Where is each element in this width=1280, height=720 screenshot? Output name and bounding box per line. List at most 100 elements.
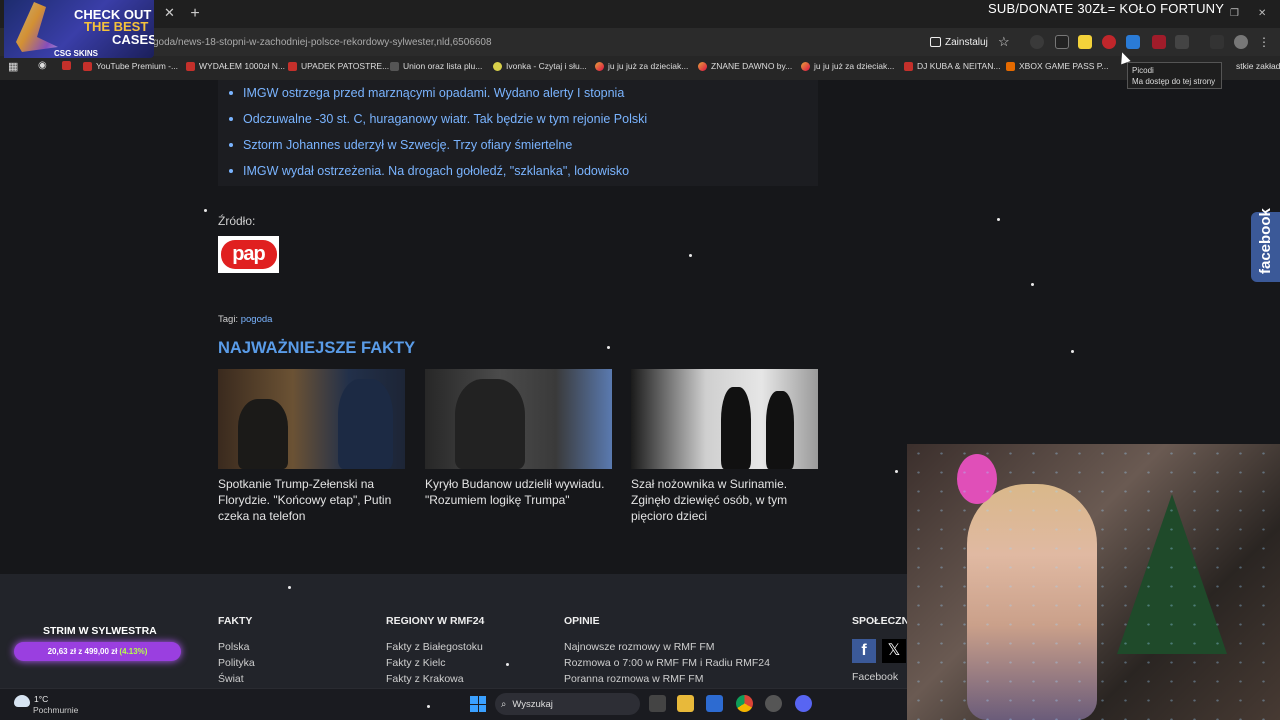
extension-icon[interactable] <box>1030 35 1044 49</box>
weather-temp[interactable]: 1°C <box>34 694 48 704</box>
footer-link[interactable]: Fakty z Białegostoku <box>386 641 483 653</box>
person-silhouette <box>238 399 288 469</box>
snow-particle <box>288 586 291 589</box>
x-icon[interactable]: 𝕏 <box>882 639 906 663</box>
footer-column-title: OPINIE <box>564 615 600 627</box>
bullet-icon <box>229 117 233 121</box>
snow-particle <box>204 209 207 212</box>
store-icon[interactable] <box>706 695 723 712</box>
pap-logo[interactable]: pap <box>218 236 279 273</box>
news-card[interactable]: Kyryło Budanow udzielił wywiadu. "Rozumi… <box>425 369 612 508</box>
footer-link[interactable]: Świat <box>218 673 244 685</box>
install-label: Zainstaluj <box>945 36 988 48</box>
snow-particle <box>1031 283 1034 286</box>
url-field[interactable]: goda/news-18-stopni-w-zachodniej-polsce-… <box>153 37 492 48</box>
profile-avatar[interactable] <box>1234 35 1248 49</box>
app-icon[interactable] <box>765 695 782 712</box>
address-bar: goda/news-18-stopni-w-zachodniej-polsce-… <box>0 28 1280 56</box>
footer-link[interactable]: Polska <box>218 641 250 653</box>
facebook-icon[interactable]: f <box>852 639 876 663</box>
news-caption[interactable]: Spotkanie Trump-Zełenski na Florydzie. "… <box>218 476 405 524</box>
footer-link[interactable]: Rozmowa o 7:00 w RMF FM i Radiu RMF24 <box>564 657 770 669</box>
footer-link[interactable]: Poranna rozmowa w RMF FM <box>564 673 703 685</box>
snow-particle <box>895 470 898 473</box>
news-card[interactable]: Spotkanie Trump-Zełenski na Florydzie. "… <box>218 369 405 524</box>
discord-icon[interactable] <box>795 695 812 712</box>
bookmark-item[interactable] <box>62 61 71 70</box>
footer-link[interactable]: Najnowsze rozmowy w RMF FM <box>564 641 715 653</box>
bookmark-item[interactable]: DJ KUBA & NEITAN... <box>904 61 1000 71</box>
news-caption[interactable]: Kyryło Budanow udzielił wywiadu. "Rozumi… <box>425 476 612 508</box>
extension-icon[interactable] <box>1152 35 1166 49</box>
new-tab-button[interactable]: + <box>186 5 204 23</box>
snow-particle <box>506 663 509 666</box>
related-article-link[interactable]: IMGW wydał ostrzeżenia. Na drogach gołol… <box>229 158 647 184</box>
facebook-side-label: facebook <box>1257 208 1274 274</box>
stream-goal-bar: 20,63 zł z 499,00 zł (4.13%) <box>14 642 181 661</box>
close-window-icon[interactable]: ✕ <box>1258 8 1268 19</box>
search-icon: ⌕ <box>501 698 507 710</box>
tag-link[interactable]: pogoda <box>241 314 273 325</box>
taskbar-search[interactable]: ⌕ Wyszukaj <box>495 693 640 715</box>
stream-overlay-title: SUB/DONATE 30ZŁ= KOŁO FORTUNY <box>988 1 1225 16</box>
news-thumbnail[interactable] <box>425 369 612 469</box>
weather-status[interactable]: Pochmurnie <box>33 705 78 715</box>
tooltip-title: Picodi <box>1132 66 1154 75</box>
stream-goal-percent: (4.13%) <box>119 647 148 656</box>
bookmark-item[interactable]: YouTube Premium -... <box>83 61 178 71</box>
footer-link[interactable]: Polityka <box>218 657 255 669</box>
ad-banner[interactable]: CHECK OUT THE BEST CASES CSG SKINS <box>4 0 154 58</box>
facebook-side-tab[interactable]: facebook <box>1251 208 1280 282</box>
news-thumbnail[interactable] <box>218 369 405 469</box>
chrome-icon[interactable] <box>736 695 753 712</box>
bookmark-item[interactable]: WYDAŁEM 1000zł N... <box>186 61 285 71</box>
youtube-icon <box>83 61 92 71</box>
menu-icon[interactable]: ⋮ <box>1258 35 1272 49</box>
footer-column-title: REGIONY W RMF24 <box>386 615 485 627</box>
bookmark-item[interactable]: UPADEK PATOSTRE... <box>288 61 389 71</box>
restore-window-icon[interactable]: ❐ <box>1230 8 1240 19</box>
snow-particle <box>997 218 1000 221</box>
puzzle-icon[interactable] <box>1175 35 1189 49</box>
youtube-icon <box>288 61 297 71</box>
related-article-link[interactable]: Odczuwalne -30 st. C, huraganowy wiatr. … <box>229 106 647 132</box>
media-icon[interactable] <box>1210 35 1224 49</box>
bookmark-star-icon[interactable]: ☆ <box>998 34 1010 50</box>
install-button[interactable]: Zainstaluj <box>930 34 988 50</box>
footer-link[interactable]: Facebook <box>852 671 898 683</box>
footer-link[interactable]: Fakty z Krakowa <box>386 673 464 685</box>
snow-particle <box>607 346 610 349</box>
close-tab-icon[interactable]: ✕ <box>164 5 175 21</box>
task-view-icon[interactable] <box>649 695 666 712</box>
extension-icon[interactable] <box>1055 35 1069 49</box>
news-thumbnail[interactable] <box>631 369 818 469</box>
footer-column-title: SPOŁECZN <box>852 615 910 627</box>
all-bookmarks[interactable]: stkie zakładki <box>1236 61 1280 71</box>
extension-tooltip: Picodi Ma dostęp do tej strony <box>1127 62 1222 89</box>
snow-particle <box>689 254 692 257</box>
bookmark-icon <box>1006 61 1015 71</box>
bookmark-icon <box>595 61 604 71</box>
news-card[interactable]: Szał nożownika w Surinamie. Zginęło dzie… <box>631 369 818 524</box>
bookmark-item[interactable]: ju ju już za dzieciak... <box>595 61 688 71</box>
bookmark-item[interactable]: XBOX GAME PASS P... <box>1006 61 1108 71</box>
knife-graphic <box>16 2 58 52</box>
bookmark-item[interactable]: ZNANE DAWNO by... <box>698 61 792 71</box>
file-explorer-icon[interactable] <box>677 695 694 712</box>
news-caption[interactable]: Szał nożownika w Surinamie. Zginęło dzie… <box>631 476 818 524</box>
bookmark-item[interactable]: Ivonka - Czytaj i słu... <box>493 61 587 71</box>
apps-icon[interactable]: ▦ <box>8 60 18 73</box>
extension-icon[interactable] <box>1078 35 1092 49</box>
extension-icon[interactable] <box>1126 35 1140 49</box>
bookmark-item[interactable]: Union oraz lista plu... <box>390 61 482 71</box>
pap-logo-text: pap <box>220 240 277 269</box>
bookmark-item[interactable]: ju ju już za dzieciak... <box>801 61 894 71</box>
snow-particle <box>1071 350 1074 353</box>
related-article-link[interactable]: IMGW ostrzega przed marznącymi opadami. … <box>229 80 647 106</box>
cloud-icon[interactable] <box>14 695 30 707</box>
related-article-link[interactable]: Sztorm Johannes uderzył w Szwecję. Trzy … <box>229 132 647 158</box>
windows-start-icon[interactable] <box>470 696 486 712</box>
bookmark-icon[interactable]: ◉ <box>38 60 47 71</box>
footer-link[interactable]: Fakty z Kielc <box>386 657 446 669</box>
picodi-extension-icon[interactable] <box>1102 35 1116 49</box>
